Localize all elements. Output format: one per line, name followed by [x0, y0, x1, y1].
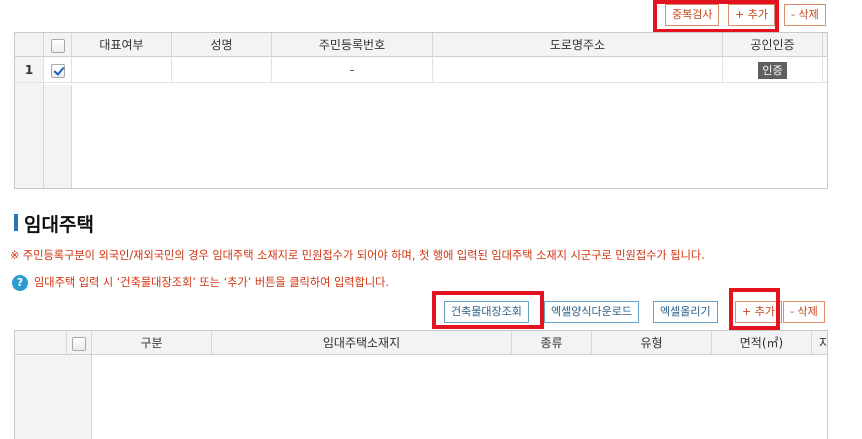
duplicate-check-button[interactable]: 중복검사 — [665, 4, 720, 26]
rental-help-line: ? 임대주택 입력 시 ‘건축물대장조회’ 또는 ‘추가’ 버튼을 클릭하여 입력… — [12, 274, 389, 291]
rental-grid: 구분 임대주택소재지 종류 유형 면적(㎡) 지 — [14, 330, 828, 439]
rental-header-type[interactable]: 유형 — [592, 331, 712, 355]
rental-grid-header: 구분 임대주택소재지 종류 유형 면적(㎡) 지 — [15, 331, 827, 355]
rental-row-number-column — [15, 355, 92, 439]
rental-header-category[interactable]: 구분 — [92, 331, 212, 355]
add-rental-button[interactable]: + 추가 — [735, 301, 782, 323]
checkbox-column-blank — [44, 85, 72, 188]
delete-rental-button[interactable]: - 삭제 — [783, 301, 825, 323]
rental-select-all-checkbox[interactable] — [72, 336, 86, 351]
header-representative[interactable]: 대표여부 — [72, 33, 172, 57]
row-checkbox[interactable] — [50, 63, 65, 78]
header-rownum — [15, 33, 44, 57]
help-icon: ? — [12, 275, 28, 291]
cell-road-address[interactable] — [433, 57, 723, 83]
row-checkbox-cell — [44, 57, 72, 83]
cell-certification: 인증 — [723, 57, 823, 83]
add-owner-button[interactable]: + 추가 — [728, 4, 775, 26]
rental-header-area[interactable]: 면적(㎡) — [712, 331, 812, 355]
cell-representative[interactable] — [72, 57, 172, 83]
header-select-all — [44, 33, 72, 57]
header-certification[interactable]: 공인인증 — [723, 33, 823, 57]
delete-owner-button[interactable]: - 삭제 — [784, 4, 826, 26]
rental-header-rownum — [15, 331, 67, 355]
rental-header-kind[interactable]: 종류 — [512, 331, 592, 355]
rental-help-text: 임대주택 입력 시 ‘건축물대장조회’ 또는 ‘추가’ 버튼을 클릭하여 입력합… — [34, 276, 390, 289]
building-register-lookup-button[interactable]: 건축물대장조회 — [444, 301, 529, 323]
header-road-address[interactable]: 도로명주소 — [433, 33, 723, 57]
rental-header-select-all — [67, 331, 92, 355]
header-name[interactable]: 성명 — [172, 33, 272, 57]
certify-button[interactable]: 인증 — [758, 62, 787, 79]
owner-grid: 대표여부 성명 주민등록번호 도로명주소 공인인증 1 - 인증 — [14, 32, 828, 189]
section-title-accent-bar — [14, 214, 18, 231]
cell-name[interactable] — [172, 57, 272, 83]
owner-grid-header: 대표여부 성명 주민등록번호 도로명주소 공인인증 — [15, 33, 827, 57]
rental-section-title: 임대주택 — [24, 214, 94, 236]
foreigner-notice-text: ※ 주민등록구분이 외국인/재외국민의 경우 임대주택 소재지로 민원접수가 되… — [10, 249, 705, 262]
excel-template-download-button[interactable]: 엑셀양식다운로드 — [544, 301, 639, 323]
cell-filler — [823, 57, 827, 83]
cell-resident-number[interactable]: - — [272, 57, 433, 83]
rental-header-location[interactable]: 임대주택소재지 — [212, 331, 512, 355]
row-number: 1 — [15, 57, 44, 83]
header-resident-number[interactable]: 주민등록번호 — [272, 33, 433, 57]
rental-header-next[interactable]: 지 — [812, 331, 827, 355]
excel-upload-button[interactable]: 엑셀올리기 — [653, 301, 718, 323]
select-all-checkbox[interactable] — [50, 38, 65, 53]
